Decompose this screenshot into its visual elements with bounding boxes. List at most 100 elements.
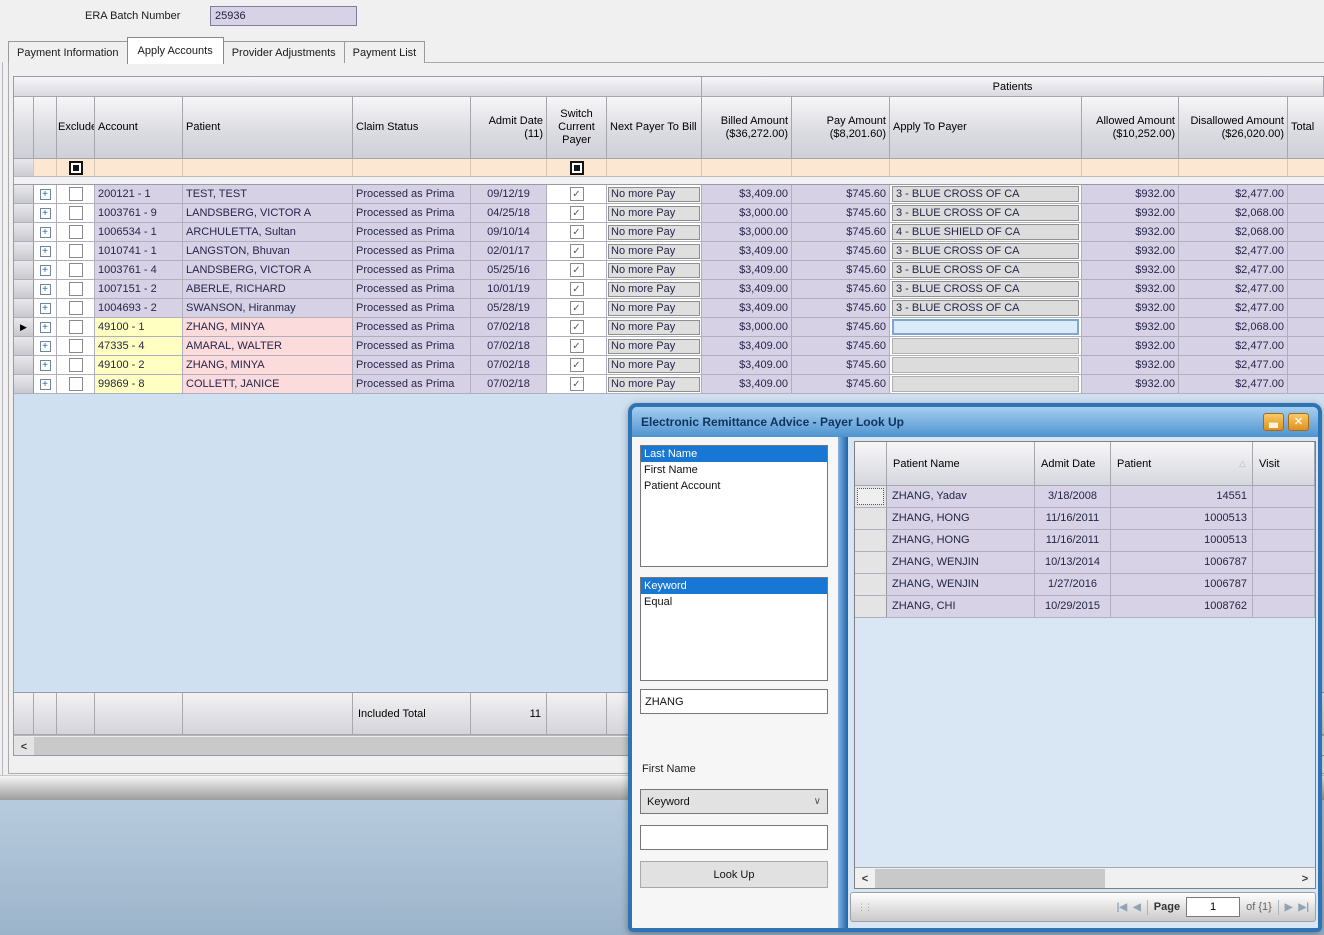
row-selector[interactable] [14, 223, 34, 241]
results-header-admit-date[interactable]: Admit Date [1035, 442, 1111, 486]
exclude-checkbox[interactable] [69, 358, 83, 372]
pay-amount-cell[interactable]: $745.60 [792, 299, 890, 317]
total-cell[interactable] [1288, 337, 1324, 355]
account-cell[interactable]: 1010741 - 1 [95, 242, 183, 260]
account-cell[interactable]: 1003761 - 9 [95, 204, 183, 222]
result-visit-cell[interactable] [1253, 486, 1315, 507]
result-admit-date-cell[interactable]: 11/16/2011 [1035, 508, 1111, 529]
next-payer-value[interactable]: No more Pay [608, 282, 700, 297]
expand-icon[interactable]: + [40, 360, 51, 371]
close-icon[interactable]: ✕ [1288, 413, 1309, 431]
minimize-icon[interactable]: ▃ [1263, 413, 1284, 431]
result-row-selector[interactable] [855, 508, 887, 529]
result-admit-date-cell[interactable]: 3/18/2008 [1035, 486, 1111, 507]
pay-amount-cell[interactable]: $745.60 [792, 223, 890, 241]
match-type-equal[interactable]: Equal [641, 594, 827, 610]
billed-amount-cell[interactable]: $3,409.00 [702, 185, 792, 203]
result-patient-name-cell[interactable]: ZHANG, HONG [887, 530, 1035, 551]
apply-payer-value[interactable]: 4 - BLUE SHIELD OF CA [892, 224, 1079, 240]
tab-provider-adjustments[interactable]: Provider Adjustments [223, 41, 345, 63]
exclude-checkbox[interactable] [69, 263, 83, 277]
patient-cell[interactable]: TEST, TEST [183, 185, 353, 203]
claim-status-cell[interactable]: Processed as Prima [353, 185, 471, 203]
result-row[interactable]: ZHANG, Yadav3/18/200814551 [855, 486, 1315, 508]
expand-icon[interactable]: + [40, 189, 51, 200]
disallowed-amount-cell[interactable]: $2,068.00 [1179, 223, 1288, 241]
header-total[interactable]: Total [1288, 97, 1324, 159]
expand-icon[interactable]: + [40, 208, 51, 219]
result-patient-number-cell[interactable]: 1000513 [1111, 508, 1253, 529]
disallowed-amount-cell[interactable]: $2,477.00 [1179, 261, 1288, 279]
claim-status-cell[interactable]: Processed as Prima [353, 299, 471, 317]
result-admit-date-cell[interactable]: 10/29/2015 [1035, 596, 1111, 617]
next-page-icon[interactable]: ▶ [1285, 902, 1293, 913]
allowed-amount-cell[interactable]: $932.00 [1082, 299, 1179, 317]
next-payer-value[interactable]: No more Pay [608, 206, 700, 221]
total-cell[interactable] [1288, 261, 1324, 279]
billed-amount-cell[interactable]: $3,409.00 [702, 356, 792, 374]
account-cell[interactable]: 99869 - 8 [95, 375, 183, 393]
claim-status-cell[interactable]: Processed as Prima [353, 280, 471, 298]
disallowed-amount-cell[interactable]: $2,477.00 [1179, 337, 1288, 355]
total-cell[interactable] [1288, 280, 1324, 298]
apply-payer-value[interactable]: 3 - BLUE CROSS OF CA [892, 243, 1079, 259]
pager-grip[interactable]: ⋮⋮ [857, 903, 871, 911]
header-claim-status[interactable]: Claim Status [353, 97, 471, 159]
filter-account[interactable] [95, 159, 183, 177]
first-name-match-dropdown[interactable]: Keyword ∨ [640, 789, 828, 814]
apply-payer-value[interactable]: 3 - BLUE CROSS OF CA [892, 262, 1079, 278]
next-payer-value[interactable]: No more Pay [608, 263, 700, 278]
billed-amount-cell[interactable]: $3,409.00 [702, 337, 792, 355]
expand-icon[interactable]: + [40, 227, 51, 238]
pay-amount-cell[interactable]: $745.60 [792, 242, 890, 260]
row-selector[interactable] [14, 337, 34, 355]
allowed-amount-cell[interactable]: $932.00 [1082, 261, 1179, 279]
account-cell[interactable]: 200121 - 1 [95, 185, 183, 203]
apply-payer-value[interactable] [892, 357, 1079, 373]
result-patient-name-cell[interactable]: ZHANG, CHI [887, 596, 1035, 617]
search-field-listbox[interactable]: Last NameFirst NamePatient Account [640, 445, 828, 567]
next-payer-value[interactable]: No more Pay [608, 320, 700, 335]
header-allowed-amount[interactable]: Allowed Amount ($10,252.00) [1082, 97, 1179, 159]
allowed-amount-cell[interactable]: $932.00 [1082, 375, 1179, 393]
apply-payer-value[interactable]: 3 - BLUE CROSS OF CA [892, 205, 1079, 221]
row-selector[interactable] [14, 375, 34, 393]
result-patient-name-cell[interactable]: ZHANG, WENJIN [887, 574, 1035, 595]
header-next-payer[interactable]: Next Payer To Bill [607, 97, 702, 159]
pay-amount-cell[interactable]: $745.60 [792, 318, 890, 336]
header-pay-amount[interactable]: Pay Amount ($8,201.60) [792, 97, 890, 159]
look-up-button[interactable]: Look Up [640, 861, 828, 888]
billed-amount-cell[interactable]: $3,000.00 [702, 318, 792, 336]
result-admit-date-cell[interactable]: 1/27/2016 [1035, 574, 1111, 595]
claim-status-cell[interactable]: Processed as Prima [353, 242, 471, 260]
total-cell[interactable] [1288, 223, 1324, 241]
apply-payer-value[interactable]: 3 - BLUE CROSS OF CA [892, 281, 1079, 297]
disallowed-amount-cell[interactable]: $2,068.00 [1179, 204, 1288, 222]
admit-date-cell[interactable]: 07/02/18 [471, 375, 547, 393]
search-field-last-name[interactable]: Last Name [641, 446, 827, 462]
billed-amount-cell[interactable]: $3,409.00 [702, 280, 792, 298]
row-selector[interactable] [14, 299, 34, 317]
filter-pay[interactable] [792, 159, 890, 177]
exclude-checkbox[interactable] [69, 301, 83, 315]
header-apply-to-payer[interactable]: Apply To Payer [890, 97, 1082, 159]
result-visit-cell[interactable] [1253, 574, 1315, 595]
result-row-selector[interactable] [855, 530, 887, 551]
filter-patient[interactable] [183, 159, 353, 177]
patient-cell[interactable]: LANGSTON, Bhuvan [183, 242, 353, 260]
total-cell[interactable] [1288, 185, 1324, 203]
filter-claim-status[interactable] [353, 159, 471, 177]
next-payer-value[interactable]: No more Pay [608, 301, 700, 316]
row-selector[interactable] [14, 204, 34, 222]
claim-status-cell[interactable]: Processed as Prima [353, 223, 471, 241]
result-row[interactable]: ZHANG, WENJIN10/13/20141006787 [855, 552, 1315, 574]
filter-apply[interactable] [890, 159, 1082, 177]
total-cell[interactable] [1288, 375, 1324, 393]
patient-cell[interactable]: LANDSBERG, VICTOR A [183, 204, 353, 222]
total-cell[interactable] [1288, 299, 1324, 317]
allowed-amount-cell[interactable]: $932.00 [1082, 223, 1179, 241]
admit-date-cell[interactable]: 07/02/18 [471, 318, 547, 336]
expand-icon[interactable]: + [40, 246, 51, 257]
tab-payment-information[interactable]: Payment Information [8, 41, 128, 63]
pay-amount-cell[interactable]: $745.60 [792, 185, 890, 203]
